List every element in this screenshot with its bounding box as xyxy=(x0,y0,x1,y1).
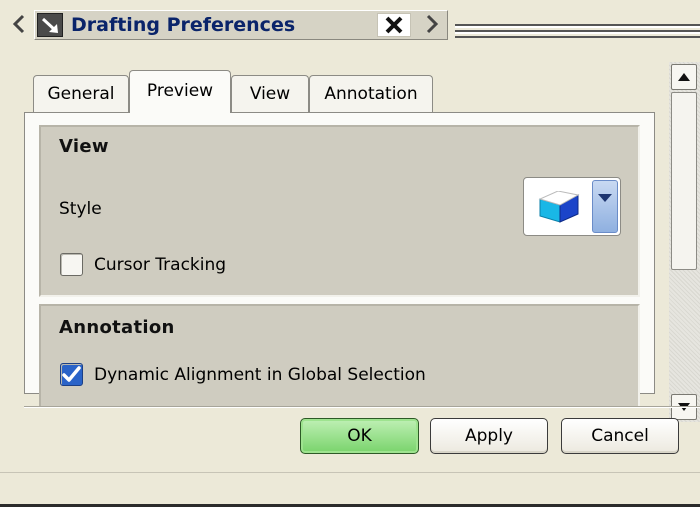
annotation-group-title: Annotation xyxy=(59,317,175,338)
dynamic-alignment-label[interactable]: Dynamic Alignment in Global Selection xyxy=(94,365,426,385)
footer-separator xyxy=(24,406,700,408)
dialog-title-chip[interactable]: Drafting Preferences xyxy=(34,10,448,40)
style-dropdown[interactable] xyxy=(523,177,621,236)
close-icon[interactable] xyxy=(377,13,411,37)
apply-button[interactable]: Apply xyxy=(430,418,548,454)
drag-grip[interactable] xyxy=(455,24,700,38)
annotation-group: Annotation Dynamic Alignment in Global S… xyxy=(39,304,640,408)
cursor-tracking-checkbox[interactable] xyxy=(60,253,83,276)
ok-button[interactable]: OK xyxy=(300,418,419,454)
chevron-down-icon[interactable] xyxy=(592,180,618,233)
checkmark-icon xyxy=(62,366,81,382)
cursor-tracking-label[interactable]: Cursor Tracking xyxy=(94,255,226,275)
tab-view[interactable]: View xyxy=(231,75,309,112)
scroll-up-icon[interactable] xyxy=(671,64,697,90)
chevron-left-icon[interactable] xyxy=(10,13,28,35)
view-group-title: View xyxy=(59,136,109,157)
dynamic-alignment-checkbox[interactable] xyxy=(60,363,83,386)
tab-general[interactable]: General xyxy=(33,75,129,112)
shaded-book-icon xyxy=(532,189,592,225)
chevron-right-icon[interactable] xyxy=(423,13,441,35)
vertical-scrollbar[interactable] xyxy=(669,62,700,422)
bottom-bar xyxy=(0,472,700,507)
title-bar: Drafting Preferences xyxy=(0,0,700,46)
tab-annotation[interactable]: Annotation xyxy=(309,75,433,112)
drafting-arrow-icon xyxy=(37,13,63,37)
style-label: Style xyxy=(59,199,102,219)
dialog-title: Drafting Preferences xyxy=(71,14,296,36)
cancel-button[interactable]: Cancel xyxy=(561,418,679,454)
scrollbar-thumb[interactable] xyxy=(671,92,697,270)
tab-preview[interactable]: Preview xyxy=(129,70,231,113)
